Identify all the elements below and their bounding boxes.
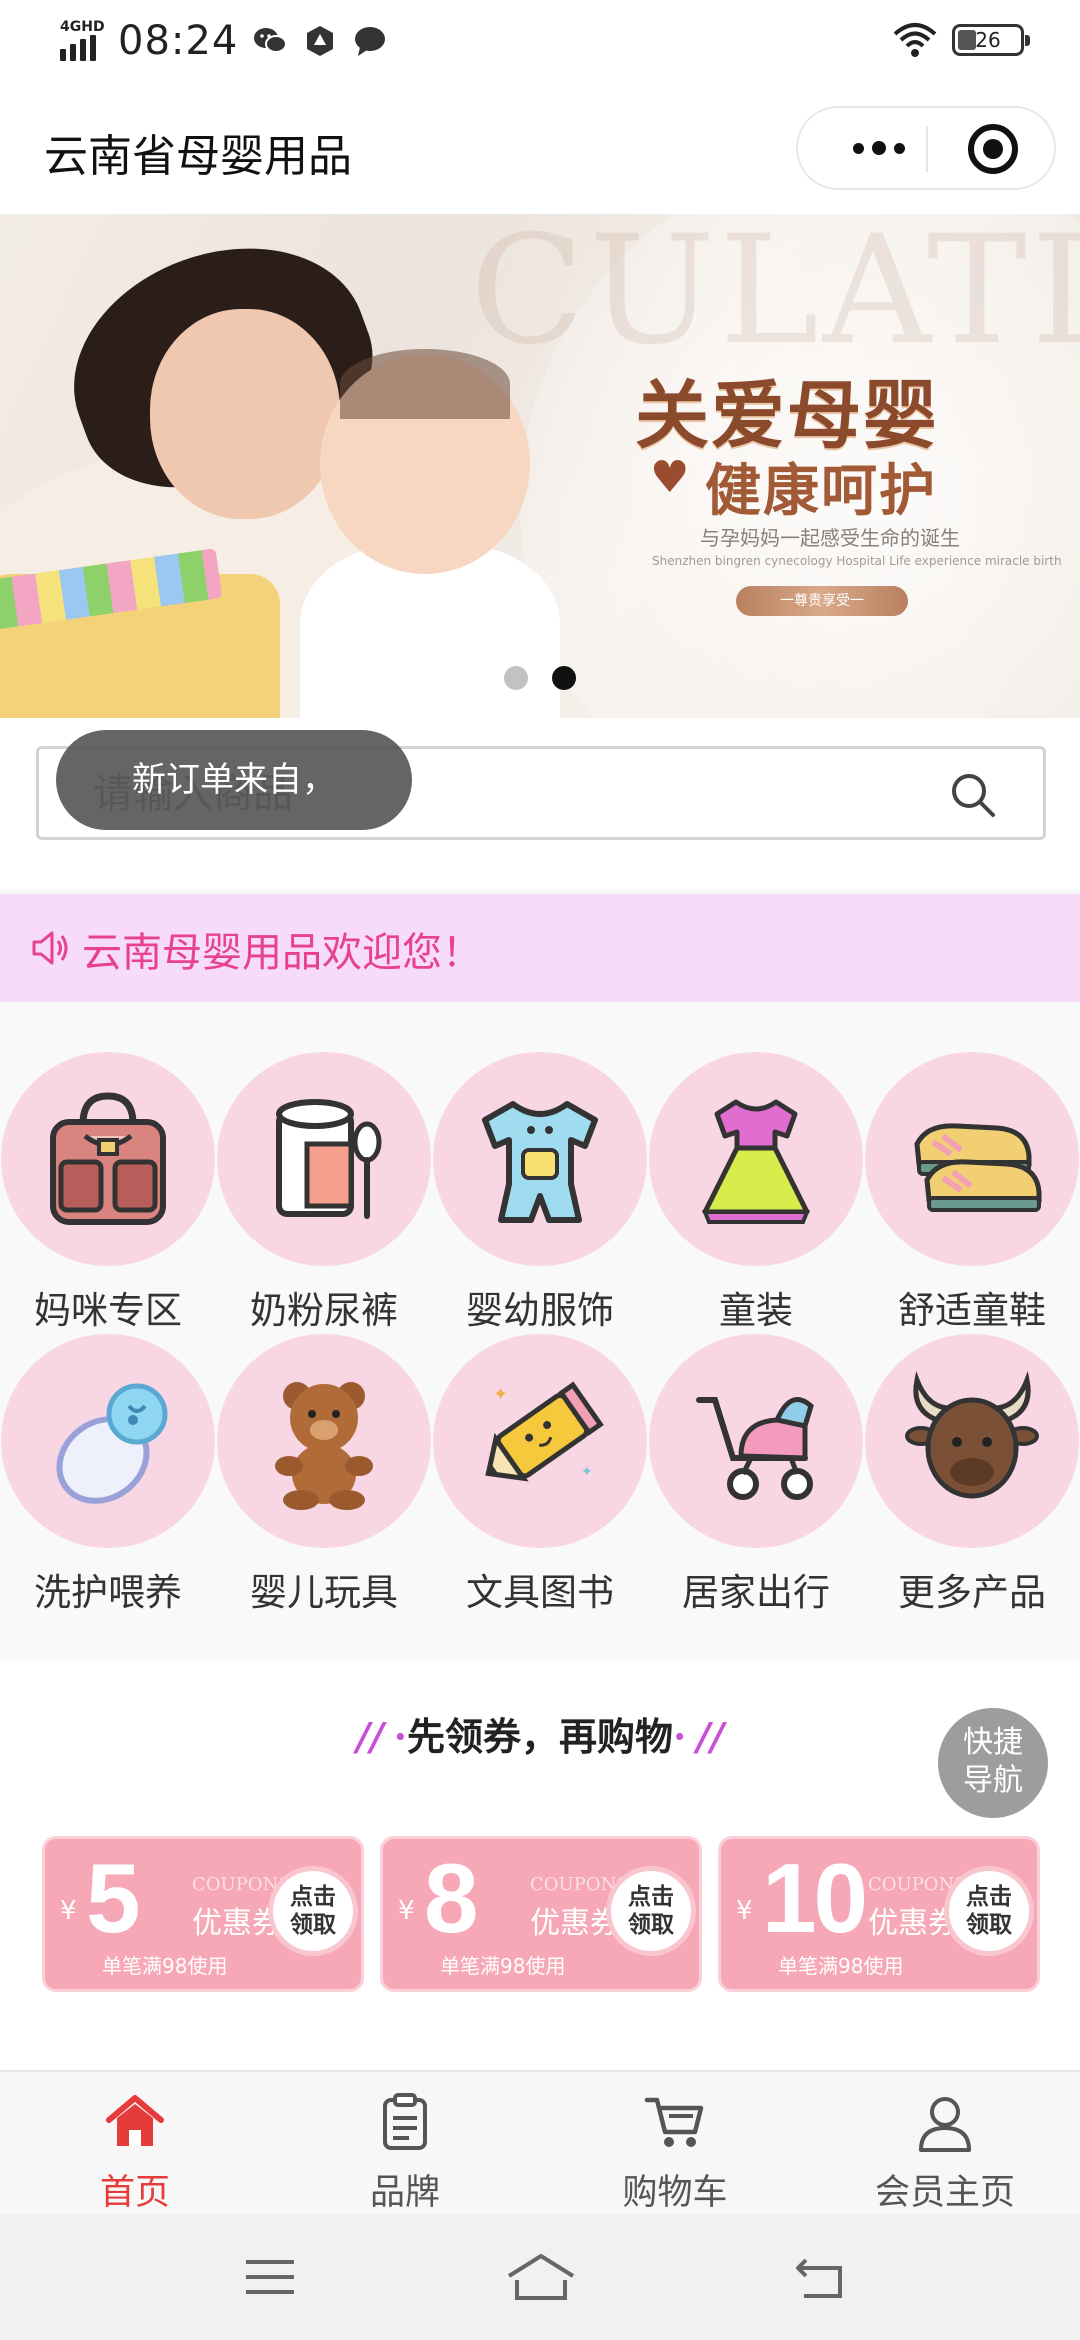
menu-icon[interactable] [240, 2250, 300, 2304]
cart-icon [644, 2097, 704, 2147]
user-icon [919, 2097, 971, 2152]
category-item-mommy[interactable]: 妈咪专区 [0, 1052, 216, 1334]
category-label: 婴幼服饰 [466, 1289, 614, 1332]
status-bar: 4GHD 08:24 26 [0, 0, 1080, 84]
back-icon[interactable] [790, 2250, 850, 2304]
page-title: 云南省母婴用品 [44, 131, 352, 182]
wechat-icon [254, 28, 288, 53]
page: 4GHD 08:24 26 云南省母婴用品 CULATI 关爱母婴 ♥ 健康呵护… [0, 0, 1080, 2340]
category-item-more-products[interactable]: 更多产品 [864, 1334, 1080, 1616]
coupon-section-title: //·先领券，再购物·// [355, 1714, 724, 1759]
category-item-baby-toys[interactable]: 婴儿玩具 [216, 1334, 432, 1616]
milk-powder-icon [276, 1099, 382, 1219]
category-label: 童装 [719, 1289, 793, 1332]
category-label: 奶粉尿裤 [250, 1289, 398, 1332]
category-item-stationery-books[interactable]: ✦ ✦ 文具图书 [432, 1334, 648, 1616]
handbag-icon [50, 1092, 166, 1225]
category-label: 更多产品 [898, 1571, 1046, 1614]
system-nav-bar [0, 2214, 1080, 2340]
close-mini-program-button[interactable] [968, 124, 1018, 174]
status-time: 08:24 [118, 18, 239, 64]
pencil-icon: ✦ ✦ [485, 1381, 604, 1482]
coupon-card[interactable]: ¥ 5 COUPONS 优惠券 单笔满98使用 点击 领取 [42, 1836, 364, 1992]
tab-bar: 首页 品牌 购物车 会员主页 [0, 2070, 1080, 2214]
category-item-kids-wear[interactable]: 童装 [648, 1052, 864, 1334]
shoes-icon [914, 1123, 1042, 1212]
banner-background-text: CULATION [470, 214, 1080, 378]
banner-tagline: 与孕妈妈一起感受生命的诞生 [700, 526, 960, 550]
network-type: 4GHD [60, 19, 105, 35]
mini-program-nav-bar: 云南省母婴用品 [0, 84, 1080, 214]
banner-pill: 一尊贵享受一 [736, 586, 908, 616]
category-grid: 妈咪专区 奶粉尿裤 婴幼服饰 童装 舒适童鞋 洗护喂养 婴儿玩具 ✦ ✦ 文具图… [0, 1002, 1080, 1660]
coupon-amount: 8 [424, 1843, 478, 1953]
pacifier-icon [56, 1383, 168, 1504]
banner-carousel[interactable]: CULATION 关爱母婴 ♥ 健康呵护 与孕妈妈一起感受生命的诞生 Shenz… [0, 214, 1080, 718]
stroller-icon [696, 1397, 814, 1500]
message-icon [355, 27, 386, 56]
signal-icon: 4GHD [60, 19, 108, 63]
more-options-button[interactable] [834, 108, 924, 188]
carousel-dot-active[interactable] [552, 666, 576, 690]
category-label: 舒适童鞋 [898, 1289, 1046, 1332]
banner-subheadline: 健康呵护 [705, 459, 937, 524]
category-item-kids-shoes[interactable]: 舒适童鞋 [864, 1052, 1080, 1334]
notice-text: 云南母婴用品欢迎您！ [82, 930, 482, 976]
clipboard-icon [383, 2093, 427, 2150]
coupon-section: //·先领券，再购物·// ¥ 5 COUPONS 优惠券 单笔满98使用 点击… [0, 1660, 1080, 2070]
carousel-dot[interactable] [504, 666, 528, 690]
coupon-amount: 10 [762, 1843, 868, 1953]
tab-home[interactable]: 首页 [0, 2090, 270, 2215]
category-label: 居家出行 [682, 1571, 830, 1614]
battery-icon: 26 [952, 24, 1030, 56]
banner-tagline-en: Shenzhen bingren cynecology Hospital Lif… [652, 554, 1062, 568]
category-item-care-feeding[interactable]: 洗护喂养 [0, 1334, 216, 1616]
category-item-home-travel[interactable]: 居家出行 [648, 1334, 864, 1616]
speaker-icon [32, 931, 68, 965]
dress-icon [702, 1099, 810, 1224]
tab-cart[interactable]: 购物车 [540, 2090, 810, 2215]
category-label: 婴儿玩具 [250, 1571, 398, 1614]
category-item-milk-diapers[interactable]: 奶粉尿裤 [216, 1052, 432, 1334]
category-item-baby-clothing[interactable]: 婴幼服饰 [432, 1052, 648, 1334]
svg-text:✦: ✦ [581, 1464, 593, 1480]
category-label: 文具图书 [466, 1571, 614, 1614]
coupon-amount: 5 [86, 1843, 140, 1953]
heart-icon: ♥ [650, 452, 690, 503]
home-icon [106, 2095, 164, 2146]
capsule-menu [796, 106, 1056, 190]
search-icon[interactable] [947, 769, 999, 821]
battery-level: 26 [975, 28, 1001, 52]
svg-text:✦: ✦ [493, 1384, 508, 1405]
teddy-bear-icon [275, 1382, 373, 1510]
quick-nav-button[interactable]: 快捷 导航 [938, 1708, 1048, 1818]
home-nav-icon[interactable] [505, 2250, 577, 2304]
category-label: 洗护喂养 [34, 1571, 182, 1614]
app-notification-icon [307, 26, 334, 56]
wifi-icon [893, 23, 937, 57]
coupon-condition: 单笔满98使用 [440, 1954, 566, 1978]
coupon-condition: 单笔满98使用 [102, 1954, 228, 1978]
tab-member[interactable]: 会员主页 [810, 2090, 1080, 2215]
claim-coupon-button[interactable]: 点击 领取 [944, 1866, 1034, 1956]
coupon-card[interactable]: ¥ 8 COUPONS 优惠券 单笔满98使用 点击 领取 [380, 1836, 702, 1992]
bull-icon [905, 1371, 1039, 1499]
baby-romper-icon [482, 1101, 598, 1223]
coupon-card[interactable]: ¥ 10 COUPONS 优惠券 单笔满98使用 点击 领取 [718, 1836, 1040, 1992]
claim-coupon-button[interactable]: 点击 领取 [606, 1866, 696, 1956]
category-label: 妈咪专区 [34, 1289, 182, 1332]
order-toast: 新订单来自， [56, 730, 412, 830]
notice-bar: 云南母婴用品欢迎您！ [0, 894, 1080, 1002]
claim-coupon-button[interactable]: 点击 领取 [268, 1866, 358, 1956]
coupon-condition: 单笔满98使用 [778, 1954, 904, 1978]
carousel-indicator [504, 666, 576, 690]
tab-brand[interactable]: 品牌 [270, 2090, 540, 2215]
